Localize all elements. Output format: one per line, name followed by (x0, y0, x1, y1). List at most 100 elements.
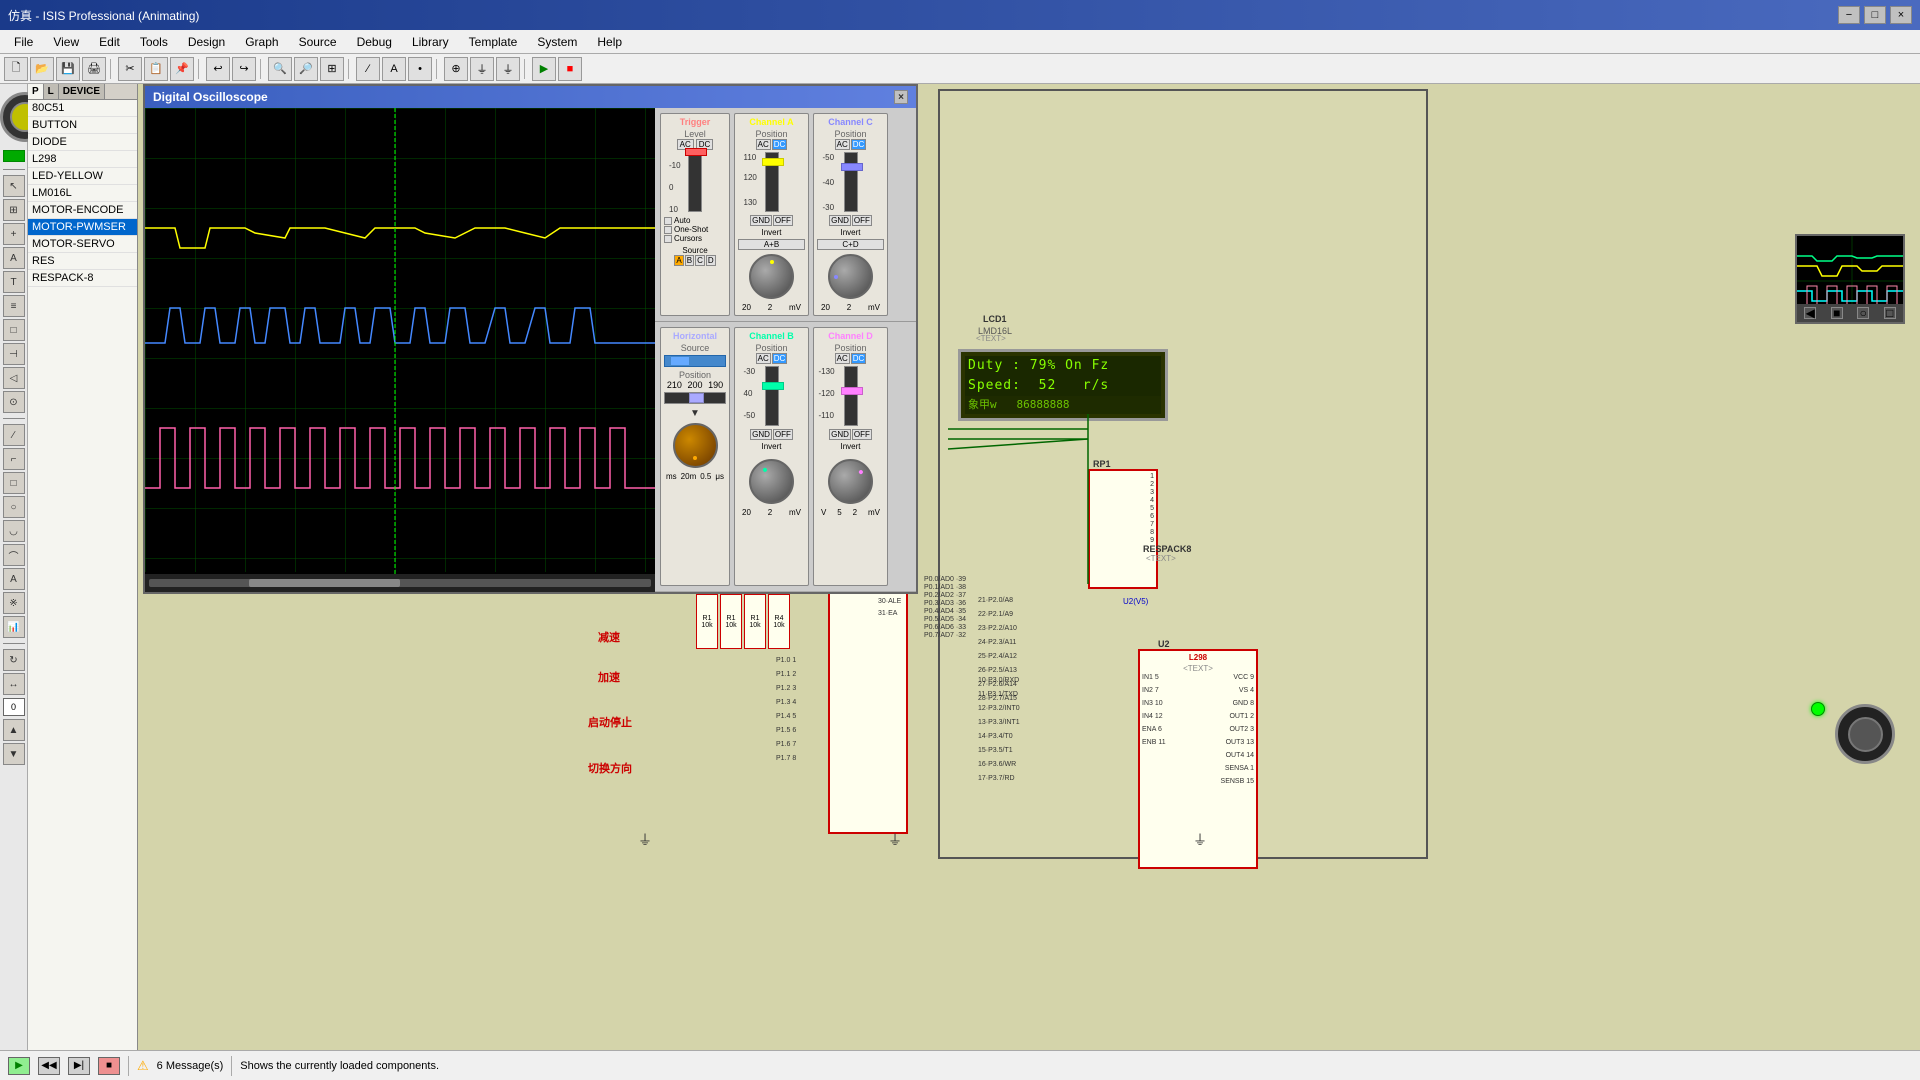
stop-button[interactable]: ■ (98, 1057, 120, 1075)
lt-wire[interactable]: ∕ (3, 424, 25, 446)
chA-off[interactable]: OFF (773, 215, 793, 226)
tb-cut[interactable]: ✂ (118, 57, 142, 81)
menu-help[interactable]: Help (587, 31, 632, 53)
chA-dc[interactable]: DC (772, 139, 788, 150)
osc-scroll-thumb[interactable] (249, 579, 400, 587)
lt-select[interactable]: ↖ (3, 175, 25, 197)
chB-gnd[interactable]: GND (750, 429, 772, 440)
mini-osc-btn2[interactable]: ■ (1831, 307, 1843, 319)
tb-wire[interactable]: ∕ (356, 57, 380, 81)
lt-rect[interactable]: □ (3, 472, 25, 494)
chB-slider-thumb[interactable] (762, 382, 784, 390)
tb-label[interactable]: A (382, 57, 406, 81)
lt-port[interactable]: ◁ (3, 367, 25, 389)
menu-library[interactable]: Library (402, 31, 459, 53)
comp-lm016l[interactable]: LM016L (28, 185, 137, 202)
comp-80c51[interactable]: 80C51 (28, 100, 137, 117)
horiz-source-bar[interactable] (664, 355, 726, 367)
lt-arc[interactable]: ◡ (3, 520, 25, 542)
play-button[interactable]: ▶ (8, 1057, 30, 1075)
chA-invert[interactable]: Invert (738, 228, 805, 237)
chC-dc[interactable]: DC (851, 139, 867, 150)
menu-view[interactable]: View (43, 31, 89, 53)
trigger-auto-cb[interactable] (664, 217, 672, 225)
chA-knob[interactable] (749, 254, 794, 299)
close-button[interactable]: × (1890, 6, 1912, 24)
rewind-button[interactable]: ◀◀ (38, 1057, 60, 1075)
lt-junction[interactable]: + (3, 223, 25, 245)
lt-probe[interactable]: ⊙ (3, 391, 25, 413)
chA-ab[interactable]: A+B (738, 239, 805, 250)
tb-component[interactable]: ⊕ (444, 57, 468, 81)
lt-text[interactable]: T (3, 271, 25, 293)
chD-slider[interactable]: -130 -120 -110 (844, 366, 858, 426)
comp-led-yellow[interactable]: LED-YELLOW (28, 168, 137, 185)
menu-template[interactable]: Template (459, 31, 528, 53)
tb-copy[interactable]: 📋 (144, 57, 168, 81)
panel-tab-l[interactable]: L (44, 84, 59, 99)
panel-tab-p[interactable]: P (28, 84, 44, 99)
lt-label[interactable]: A (3, 247, 25, 269)
chD-ac[interactable]: AC (835, 353, 850, 364)
comp-motor-servo[interactable]: MOTOR-SERVO (28, 236, 137, 253)
lt-terminal[interactable]: ⊣ (3, 343, 25, 365)
chC-gnd[interactable]: GND (829, 215, 851, 226)
lt-text2[interactable]: A (3, 568, 25, 590)
tb-junction[interactable]: • (408, 57, 432, 81)
chC-knob[interactable] (828, 254, 873, 299)
chB-invert[interactable]: Invert (738, 442, 805, 451)
tb-ground[interactable]: ⏚ (496, 57, 520, 81)
trigger-slider-thumb[interactable] (685, 148, 707, 156)
lt-mirror[interactable]: ↔ (3, 673, 25, 695)
chA-gnd[interactable]: GND (750, 215, 772, 226)
tb-zoom-all[interactable]: ⊞ (320, 57, 344, 81)
comp-res[interactable]: RES (28, 253, 137, 270)
lt-graph[interactable]: 📊 (3, 616, 25, 638)
chB-knob[interactable] (749, 459, 794, 504)
lt-up[interactable]: ▲ (3, 719, 25, 741)
osc-scrollbar[interactable] (145, 574, 655, 592)
trigger-src-b[interactable]: B (685, 255, 694, 266)
lt-subcircuit[interactable]: □ (3, 319, 25, 341)
trigger-src-d[interactable]: D (706, 255, 716, 266)
tb-open[interactable]: 📂 (30, 57, 54, 81)
chD-knob[interactable] (828, 459, 873, 504)
comp-motor-encode[interactable]: MOTOR-ENCODE (28, 202, 137, 219)
chC-cd[interactable]: C+D (817, 239, 884, 250)
osc-scroll-track[interactable] (149, 579, 651, 587)
horiz-knob[interactable] (673, 423, 718, 468)
comp-motor-pwmser[interactable]: MOTOR-PWMSER (28, 219, 137, 236)
chC-slider-thumb[interactable] (841, 163, 863, 171)
chB-dc[interactable]: DC (772, 353, 788, 364)
horiz-source-thumb[interactable] (670, 356, 690, 366)
horiz-pos-slider[interactable] (664, 392, 726, 404)
chA-ac[interactable]: AC (756, 139, 771, 150)
chC-invert[interactable]: Invert (817, 228, 884, 237)
lt-symbol[interactable]: ※ (3, 592, 25, 614)
menu-system[interactable]: System (527, 31, 587, 53)
chB-slider[interactable]: -30 40 -50 (765, 366, 779, 426)
tb-run[interactable]: ▶ (532, 57, 556, 81)
menu-tools[interactable]: Tools (130, 31, 178, 53)
chD-slider-thumb[interactable] (841, 387, 863, 395)
chD-off[interactable]: OFF (852, 429, 872, 440)
menu-source[interactable]: Source (289, 31, 347, 53)
lt-bus[interactable]: ≡ (3, 295, 25, 317)
panel-tab-device[interactable]: DEVICE (59, 84, 105, 99)
comp-respack-8[interactable]: RESPACK-8 (28, 270, 137, 287)
chD-invert[interactable]: Invert (817, 442, 884, 451)
menu-debug[interactable]: Debug (347, 31, 402, 53)
chB-ac[interactable]: AC (756, 353, 771, 364)
schematic-area[interactable]: Digital Oscilloscope × (138, 84, 1920, 1050)
lt-component[interactable]: ⊞ (3, 199, 25, 221)
trigger-src-a[interactable]: A (674, 255, 683, 266)
menu-design[interactable]: Design (178, 31, 235, 53)
tb-save[interactable]: 💾 (56, 57, 80, 81)
trigger-oneshot-cb[interactable] (664, 226, 672, 234)
tb-stop[interactable]: ■ (558, 57, 582, 81)
tb-power[interactable]: ⏚ (470, 57, 494, 81)
mini-osc-btn4[interactable]: □ (1884, 307, 1896, 319)
chC-slider[interactable]: -50 -40 -30 (844, 152, 858, 212)
tb-zoom-out[interactable]: 🔎 (294, 57, 318, 81)
trigger-cursors-cb[interactable] (664, 235, 672, 243)
